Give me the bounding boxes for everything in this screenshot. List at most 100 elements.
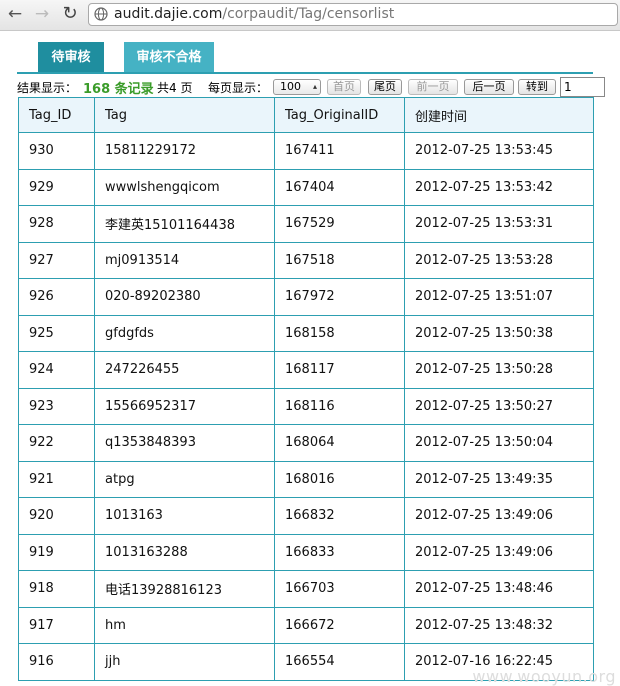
url-path: /corpaudit/Tag/censorlist [222,6,395,22]
table-cell-tag: mj0913514 [94,241,275,279]
table-cell-tag-original-id: 168116 [274,387,405,425]
table-cell-created-time: 2012-07-25 13:53:28 [404,241,594,279]
table-row: 923 15566952317 168116 2012-07-25 13:50:27 [18,387,594,425]
table-cell-tag-original-id: 166832 [274,497,405,535]
table-cell-tag-original-id: 167411 [274,132,405,170]
first-page-button[interactable]: 首页 [327,79,361,95]
table-cell-created-time: 2012-07-25 13:50:04 [404,424,594,462]
table-cell-created-time: 2012-07-25 13:50:38 [404,314,594,352]
table-cell-created-time: 2012-07-25 13:49:35 [404,460,594,498]
table-cell-created-time: 2012-07-25 13:53:42 [404,168,594,206]
table-cell-tag-id: 916 [18,643,95,681]
table-cell-tag-id: 925 [18,314,95,352]
table-cell-tag: 15811229172 [94,132,275,170]
tag-table: Tag_ID Tag Tag_OriginalID 创建时间 930 158112291… [18,97,594,681]
table-cell-tag-original-id: 168064 [274,424,405,462]
table-cell-tag: gfdgfds [94,314,275,352]
table-cell-tag-id: 930 [18,132,95,170]
page-number-input[interactable]: 1 [560,77,605,97]
table-cell-tag-original-id: 167518 [274,241,405,279]
table-cell-tag-original-id: 167404 [274,168,405,206]
table-row: 919 1013163288 166833 2012-07-25 13:49:06 [18,533,594,571]
table-cell-tag: 电话13928816123 [94,570,275,608]
next-page-button[interactable]: 后一页 [464,79,514,95]
goto-button[interactable]: 转到 [518,79,556,95]
column-header-tag-original-id: Tag_OriginalID [274,97,405,133]
table-body: 930 15811229172 167411 2012-07-25 13:53:45 9… [18,132,594,681]
per-page-select[interactable]: 100 ▴▾ [273,79,321,105]
table-cell-created-time: 2012-07-25 13:49:06 [404,497,594,535]
browser-toolbar: ← → ↻ audit.dajie.com/corpaudit/Tag/cens… [0,0,620,31]
table-cell-tag: jjh [94,643,275,681]
table-cell-tag-original-id: 168117 [274,351,405,389]
table-row: 926 020-89202380 167972 2012-07-25 13:51:07 [18,278,594,316]
per-page-value: 100 [280,80,301,93]
table-cell-created-time: 2012-07-25 13:48:46 [404,570,594,608]
table-cell-tag: atpg [94,460,275,498]
url-text: audit.dajie.com/corpaudit/Tag/censorlist [114,6,394,22]
table-row: 928 李建英15101164438 167529 2012-07-25 13:53:… [18,205,594,243]
table-cell-created-time: 2012-07-25 13:49:06 [404,533,594,571]
table-cell-tag-id: 920 [18,497,95,535]
table-cell-tag-id: 917 [18,606,95,644]
prev-page-button[interactable]: 前一页 [408,79,458,95]
table-cell-tag: wwwlshengqicom [94,168,275,206]
table-cell-tag: 1013163 [94,497,275,535]
address-bar[interactable]: audit.dajie.com/corpaudit/Tag/censorlist [88,3,618,26]
tab-rejected[interactable]: 审核不合格 [124,42,214,73]
table-cell-tag-original-id: 166833 [274,533,405,571]
table-cell-tag-original-id: 168016 [274,460,405,498]
column-header-tag: Tag [94,97,275,133]
table-cell-tag-id: 929 [18,168,95,206]
table-row: 922 q1353848393 168064 2012-07-25 13:50:04 [18,424,594,462]
column-header-created-time: 创建时间 [404,97,594,133]
table-row: 921 atpg 168016 2012-07-25 13:49:35 [18,460,594,498]
tab-divider [17,72,593,74]
table-cell-created-time: 2012-07-25 13:50:27 [404,387,594,425]
table-cell-tag-original-id: 167972 [274,278,405,316]
watermark: www.wooyun.org [472,667,616,686]
table-cell-tag: 李建英15101164438 [94,205,275,243]
table-cell-tag: 247226455 [94,351,275,389]
table-cell-tag-id: 921 [18,460,95,498]
reload-icon[interactable]: ↻ [59,3,81,25]
table-cell-tag-id: 918 [18,570,95,608]
table-cell-created-time: 2012-07-25 13:50:28 [404,351,594,389]
column-header-tag-id: Tag_ID [18,97,95,133]
table-row: 925 gfdgfds 168158 2012-07-25 13:50:38 [18,314,594,352]
table-cell-tag-id: 924 [18,351,95,389]
back-arrow-icon[interactable]: ← [4,3,26,25]
table-cell-tag: 15566952317 [94,387,275,425]
pagination-toolbar: 结果显示： 168 条记录 共4 页 每页显示： 100 ▴▾ 首页 尾页 前一… [17,76,607,105]
table-cell-tag-original-id: 166672 [274,606,405,644]
table-header-row: Tag_ID Tag Tag_OriginalID 创建时间 [18,97,594,133]
table-cell-tag: q1353848393 [94,424,275,462]
table-cell-tag-id: 923 [18,387,95,425]
table-row: 924 247226455 168117 2012-07-25 13:50:28 [18,351,594,389]
table-cell-tag-id: 928 [18,205,95,243]
page-count: 共4 页 [157,81,193,95]
url-host: audit.dajie.com [114,6,223,22]
table-cell-tag-original-id: 166554 [274,643,405,681]
table-cell-tag: 020-89202380 [94,278,275,316]
table-row: 930 15811229172 167411 2012-07-25 13:53:45 [18,132,594,170]
table-cell-created-time: 2012-07-25 13:48:32 [404,606,594,644]
table-row: 920 1013163 166832 2012-07-25 13:49:06 [18,497,594,535]
result-label: 结果显示： [17,81,78,95]
table-cell-tag: hm [94,606,275,644]
record-count: 168 条记录 [83,82,154,97]
table-cell-tag-original-id: 168158 [274,314,405,352]
tab-pending[interactable]: 待审核 [38,42,104,73]
table-cell-tag: 1013163288 [94,533,275,571]
table-cell-tag-id: 926 [18,278,95,316]
table-cell-created-time: 2012-07-25 13:51:07 [404,278,594,316]
table-row: 929 wwwlshengqicom 167404 2012-07-25 13:53:… [18,168,594,206]
table-row: 917 hm 166672 2012-07-25 13:48:32 [18,606,594,644]
table-cell-tag-id: 919 [18,533,95,571]
forward-arrow-icon[interactable]: → [31,3,53,25]
globe-icon [94,7,108,21]
table-cell-tag-original-id: 167529 [274,205,405,243]
last-page-button[interactable]: 尾页 [368,79,402,95]
table-cell-tag-id: 927 [18,241,95,279]
table-cell-created-time: 2012-07-25 13:53:45 [404,132,594,170]
